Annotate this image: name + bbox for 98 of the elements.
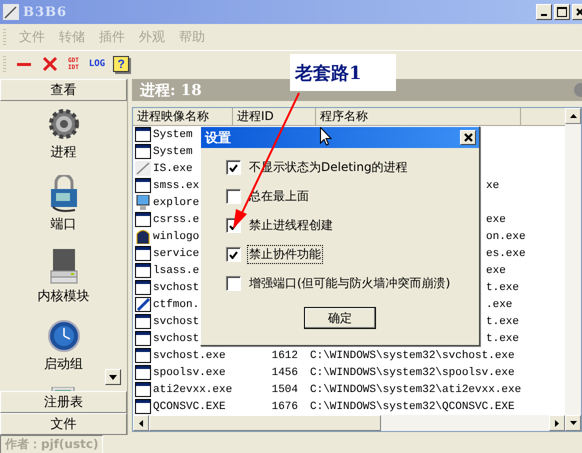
maximize-button[interactable] [554,4,570,20]
caret-down-icon[interactable] [570,421,576,425]
horizontal-scrollbar[interactable] [133,415,565,431]
process-name: winlogo [153,230,200,242]
process-id: 1504 [270,384,299,396]
process-name: smss.ex [153,180,200,192]
checkbox[interactable] [226,160,241,175]
caret-icon [109,374,117,380]
program-path: es.exe [486,248,526,260]
program-path: C:\WINDOWS\system32\svchost.exe [310,350,515,362]
view-tab[interactable]: 查看 [0,79,127,101]
help-button[interactable]: ? [113,56,130,72]
sidebar-tab[interactable]: 文件 [0,413,127,435]
process-name: svchost [153,316,200,328]
process-name: ati2evxx.exe [153,384,234,396]
close-icon [576,8,582,16]
window-icon [135,399,151,414]
process-name: explore [153,196,200,208]
shield-icon [135,229,151,244]
program-path: exe [486,264,506,276]
checkbox-label[interactable]: 增强端口(但可能与防火墙冲突而崩溃) [247,274,452,293]
gear-icon[interactable] [46,107,80,141]
caret-up-icon[interactable] [570,114,576,118]
column-header[interactable]: 进程映像名称 [133,108,233,125]
process-name: QCONSVC.EXE [153,400,227,412]
caret-right-icon[interactable] [555,420,559,426]
clock-icon[interactable] [46,319,80,353]
process-name: svchost [153,282,200,294]
process-name: ctfmon. [153,298,200,310]
sidebar-item[interactable]: 启动组 [44,355,83,373]
process-name: svchost.exe [153,350,227,362]
process-name: lsass.e [153,264,200,276]
process-name: System [153,146,193,158]
minimize-button[interactable] [536,4,552,20]
process-name: csrss.e [153,214,200,226]
close-icon [464,133,472,142]
program-path: exe [486,214,506,226]
process-name: service [153,248,200,260]
close-button[interactable] [460,130,476,145]
dialog-title: 设置 [205,130,231,146]
monitor-icon [135,195,151,210]
window-title: B3B6 [23,4,68,20]
program-path: C:\WINDOWS\system32\QCONSVC.EXE [310,400,515,412]
sidebar-item[interactable]: 内核模块 [38,287,90,305]
program-path: t.exe [486,316,520,328]
app-icon [3,4,19,20]
window-icon [135,348,151,363]
window-icon [135,263,151,278]
sidebar-item[interactable]: 进程 [50,143,76,161]
caret-left-icon[interactable] [139,420,143,426]
program-path: C:\WINDOWS\system32\ati2evxx.exe [310,384,522,396]
window-icon [135,280,151,295]
program-path: t.exe [486,282,520,294]
close-icon[interactable] [40,54,60,74]
program-path: on.exe [486,230,526,242]
process-name: svchost [153,332,200,344]
column-header[interactable]: 程序名称 [316,108,521,125]
checkmark-icon [229,250,238,258]
program-path: t.exe [486,332,520,344]
checkmark-icon [229,164,238,172]
program-path: C:\WINDOWS\system32\spoolsv.exe [310,366,515,378]
ok-button[interactable]: 确定 [304,307,376,329]
program-path: xe [486,180,500,192]
checkbox[interactable] [226,247,241,262]
window-icon [135,246,151,261]
window-icon [135,212,151,227]
checkbox[interactable] [226,189,241,204]
process-name: IS.exe [153,162,193,174]
process-count: 进程: 18 [140,80,202,100]
process-name: System [153,128,193,140]
log-button[interactable]: LOG [86,54,108,74]
gear-icon [572,82,582,98]
sidebar-tab[interactable]: 注册表 [0,391,127,413]
column-header[interactable]: 进程ID [233,108,316,125]
process-name: spoolsv.exe [153,366,227,378]
checkbox-label[interactable]: 禁止协件功能 [247,245,323,264]
window-icon [135,382,151,397]
process-id: 1676 [270,400,299,412]
window-icon [135,365,151,380]
annotation-label: 老套路1 [290,54,396,91]
checkbox-label[interactable]: 禁止进线程创建 [247,216,335,235]
process-id: 1612 [270,350,299,362]
vertical-scrollbar[interactable] [565,108,581,431]
drive-icon[interactable] [48,247,78,285]
pen-icon [135,161,151,176]
notepad-icon [135,297,151,312]
window-icon [135,314,151,329]
process-id: 1456 [270,366,299,378]
window-icon [135,144,151,159]
author-label: 作者：pjf(ustc) [0,434,104,453]
checkbox[interactable] [226,276,241,291]
window-icon [135,331,151,346]
sidebar-item[interactable]: 端口 [50,215,76,233]
maximize-icon [557,7,567,17]
scroll-down-button[interactable] [105,369,121,385]
program-path: .exe [486,298,512,310]
window-icon [135,127,151,142]
window-icon [135,178,151,193]
